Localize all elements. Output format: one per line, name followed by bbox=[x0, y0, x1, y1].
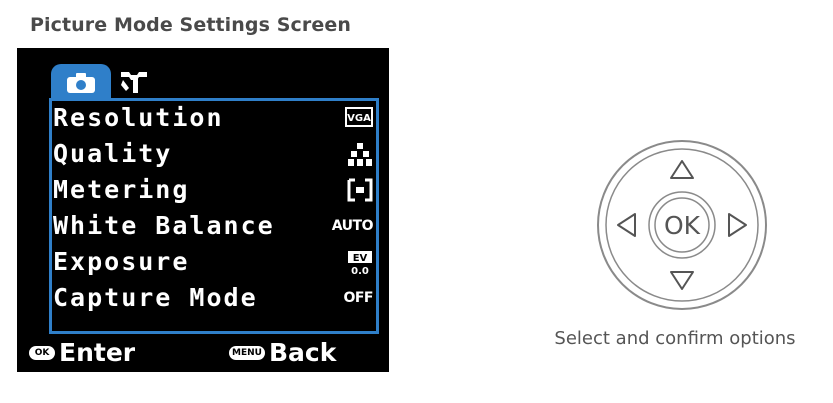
menu-item-quality[interactable]: Quality bbox=[53, 136, 379, 172]
camera-icon bbox=[67, 73, 95, 93]
menu-item-label: White Balance bbox=[53, 211, 275, 240]
menu-item-label: Capture Mode bbox=[53, 283, 258, 312]
dpad-control: OK bbox=[596, 139, 768, 311]
svg-text:EV: EV bbox=[353, 253, 368, 264]
ev-icon: EV 0.0 bbox=[347, 250, 373, 276]
enter-label[interactable]: Enter bbox=[59, 336, 135, 370]
menu-item-label: Resolution bbox=[53, 103, 224, 132]
menu-item-capture-mode[interactable]: Capture Mode OFF bbox=[53, 280, 379, 316]
menu-item-resolution[interactable]: Resolution VGA bbox=[53, 100, 379, 136]
ok-button-label: OK bbox=[664, 211, 701, 240]
menu-item-metering[interactable]: Metering bbox=[53, 172, 379, 208]
ok-button[interactable]: OK bbox=[648, 191, 716, 259]
resolution-value: VGA bbox=[347, 113, 371, 124]
menu-item-exposure[interactable]: Exposure EV 0.0 bbox=[53, 244, 379, 280]
menu-key-badge: MENU bbox=[229, 346, 265, 360]
back-label[interactable]: Back bbox=[269, 336, 336, 370]
svg-text:0.0: 0.0 bbox=[351, 266, 369, 276]
ok-key-badge: OK bbox=[29, 346, 55, 360]
screen-footer: OK Enter MENU Back bbox=[17, 334, 389, 372]
tab-settings[interactable] bbox=[117, 66, 151, 96]
menu-item-white-balance[interactable]: White Balance AUTO bbox=[53, 208, 379, 244]
menu-item-label: Quality bbox=[53, 139, 173, 168]
page-title: Picture Mode Settings Screen bbox=[30, 14, 351, 36]
auto-wb-icon: AUTO bbox=[331, 218, 374, 234]
menu-item-label: Metering bbox=[53, 175, 190, 204]
dpad-caption: Select and confirm options bbox=[554, 328, 796, 349]
camera-lcd-screen: Resolution VGA Quality Metering White Ba… bbox=[17, 48, 389, 372]
tab-camera[interactable] bbox=[51, 64, 111, 100]
capture-mode-value: OFF bbox=[343, 290, 373, 306]
vga-resolution-icon: VGA bbox=[345, 106, 373, 130]
metering-center-icon bbox=[347, 178, 373, 202]
quality-stars-icon bbox=[347, 142, 373, 166]
settings-tools-icon bbox=[121, 72, 147, 93]
menu-item-label: Exposure bbox=[53, 247, 190, 276]
